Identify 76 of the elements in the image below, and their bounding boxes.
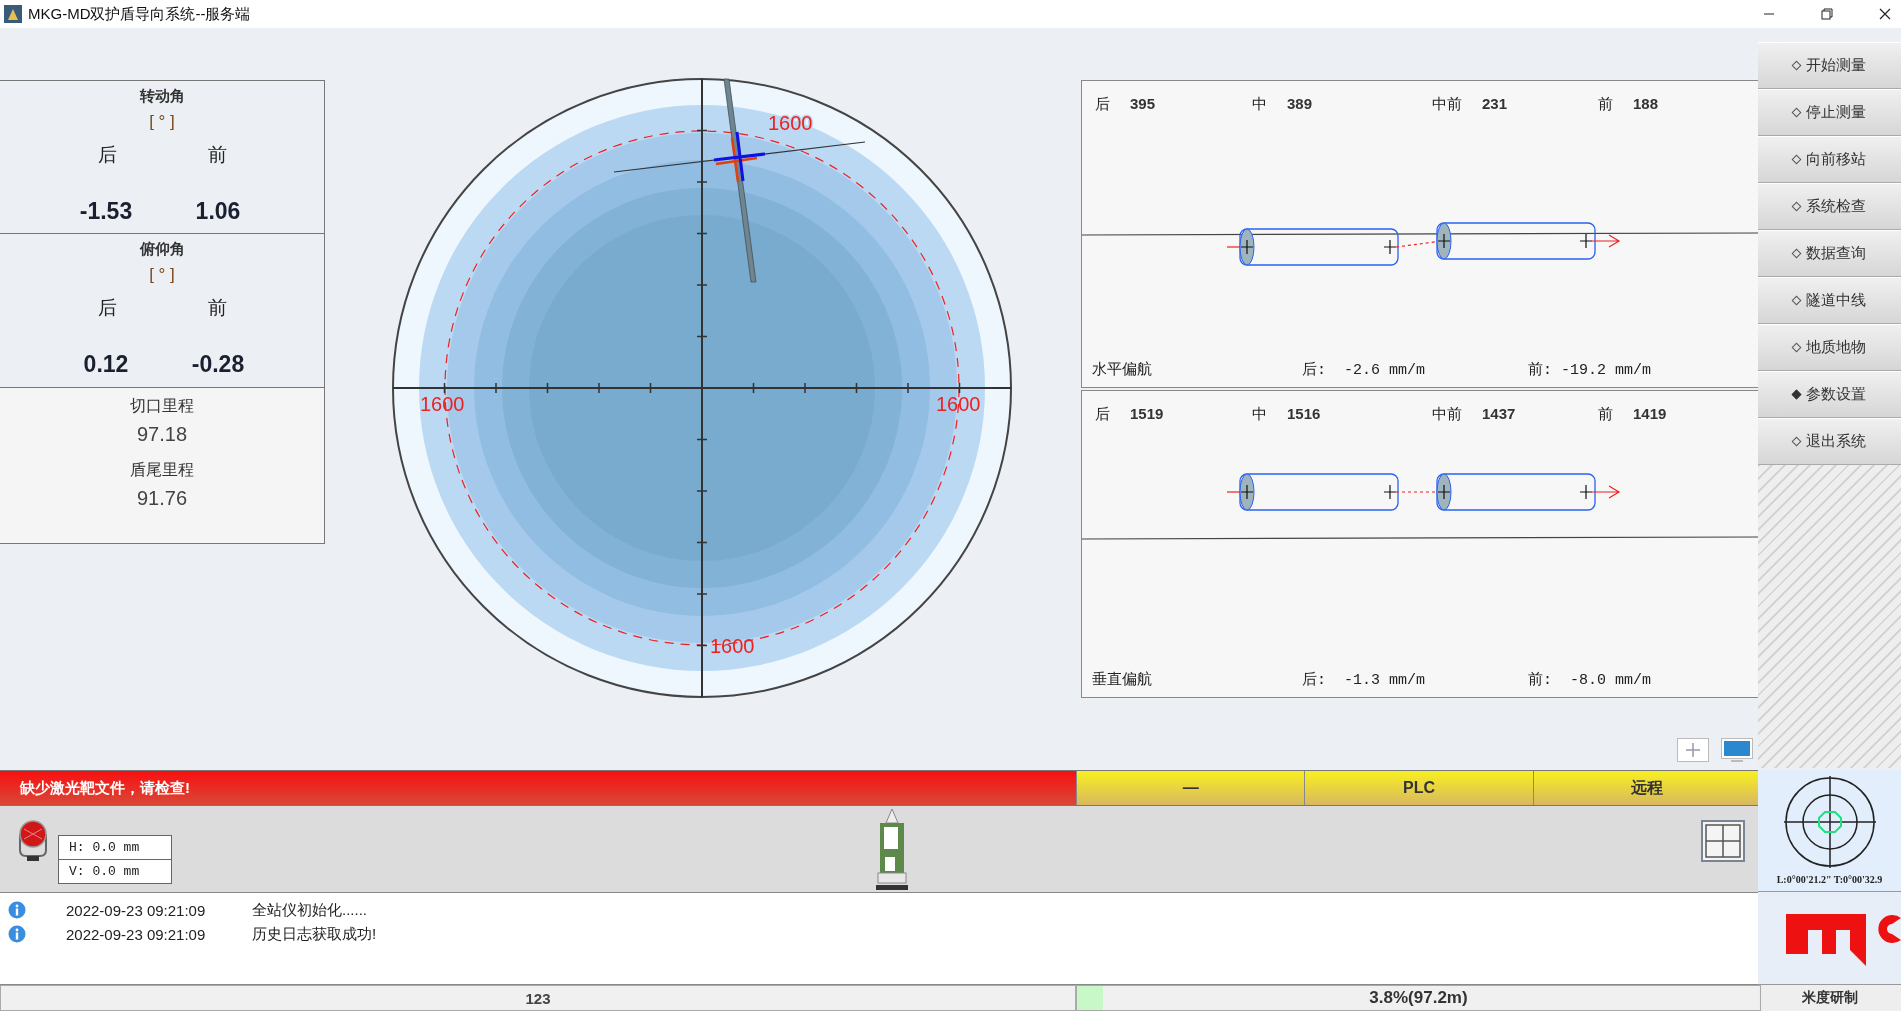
restore-icon[interactable]	[1821, 8, 1833, 20]
status-cell: PLC	[1304, 771, 1533, 805]
rear-label: 后	[96, 143, 118, 167]
status-cell: —	[1076, 771, 1305, 805]
scale-label: 1600	[420, 393, 465, 415]
front-label: 前	[206, 296, 228, 320]
crosshair-icon	[1783, 776, 1876, 868]
unit-label: [ ° ]	[149, 265, 175, 285]
front-rate: 前: -8.0 mm/m	[1528, 671, 1653, 689]
log-message: 全站仪初始化......	[252, 900, 367, 920]
grid-layout-icon[interactable]	[1701, 820, 1745, 862]
panel-title: 转动角	[139, 87, 185, 106]
angle-readout: L:0°00'21.2" T:0°00'32.9	[1776, 874, 1883, 885]
front-label: 前	[206, 143, 228, 167]
reading-value: 1516	[1287, 405, 1321, 422]
reading-label: 中	[1252, 405, 1267, 424]
log-time: 2022-09-23 09:21:09	[66, 925, 207, 943]
reading-label: 中前	[1432, 405, 1462, 424]
rear-rate: 后: -1.3 mm/m	[1302, 670, 1427, 689]
reading-value: 389	[1287, 95, 1313, 112]
reading-value: 188	[1633, 95, 1659, 112]
mileage-value: 91.76	[136, 487, 188, 510]
reading-label: 后	[1095, 95, 1110, 114]
menu-button[interactable]: 系统检查	[1758, 183, 1901, 230]
rear-value: 0.12	[82, 351, 130, 378]
app-logo-icon	[4, 5, 22, 23]
panel-title: 俯仰角	[139, 240, 185, 259]
status-cell: 远程	[1532, 771, 1761, 805]
close-icon[interactable]	[1879, 8, 1891, 20]
reading-label: 后	[1095, 405, 1110, 424]
front-value: 1.06	[194, 198, 242, 225]
front-value: -0.28	[190, 351, 246, 378]
reading-value: 1419	[1633, 405, 1667, 422]
menu-button[interactable]: 数据查询	[1758, 230, 1901, 277]
mileage-label: 盾尾里程	[130, 460, 194, 480]
progress-text: 3.8%(97.2m)	[1369, 988, 1468, 1008]
monitor-icon[interactable]	[1721, 738, 1753, 764]
rear-label: 后	[96, 296, 118, 320]
scale-label: 1600	[936, 393, 981, 415]
reading-label: 前	[1598, 95, 1613, 114]
rear-value: -1.53	[78, 198, 134, 225]
mileage-value: 97.18	[136, 423, 188, 446]
deviation-title: 水平偏航	[1092, 360, 1153, 379]
unit-label: [ ° ]	[149, 112, 175, 132]
log-message: 历史日志获取成功!	[252, 924, 377, 944]
deviation-title: 垂直偏航	[1092, 670, 1153, 689]
status-text: 123	[0, 985, 1076, 1011]
mileage-label: 切口里程	[130, 396, 194, 416]
footer-text: 米度研制	[1758, 984, 1901, 1011]
menu-button[interactable]: 参数设置	[1758, 371, 1901, 418]
rear-rate: 后: -2.6 mm/m	[1302, 360, 1427, 379]
plus-icon[interactable]	[1677, 738, 1709, 762]
alert-message: 缺少激光靶文件，请检查!	[0, 771, 1076, 805]
menu-button[interactable]: 退出系统	[1758, 418, 1901, 465]
front-rate: 前: -19.2 mm/m	[1528, 361, 1653, 379]
offset-readout: V: 0.0 mm	[59, 859, 171, 883]
reading-value: 231	[1482, 95, 1508, 112]
reading-label: 前	[1598, 405, 1613, 424]
menu-button[interactable]: 停止测量	[1758, 89, 1901, 136]
reading-label: 中	[1252, 95, 1267, 114]
menu-button[interactable]: 隧道中线	[1758, 277, 1901, 324]
log-time: 2022-09-23 09:21:09	[66, 901, 207, 919]
window-title: MKG-MD双护盾导向系统--服务端	[28, 4, 251, 24]
menu-button[interactable]: 向前移站	[1758, 136, 1901, 183]
reading-value: 1437	[1482, 405, 1516, 422]
menu-button[interactable]: 开始测量	[1758, 42, 1901, 89]
reading-value: 395	[1130, 95, 1156, 112]
scale-label: 1600	[710, 635, 755, 657]
prism-icon	[16, 820, 50, 862]
info-icon	[8, 901, 26, 919]
scale-label: 1600	[768, 112, 813, 134]
reading-label: 中前	[1432, 95, 1462, 114]
reading-value: 1519	[1130, 405, 1164, 422]
info-icon	[8, 925, 26, 943]
menu-button[interactable]: 地质地物	[1758, 324, 1901, 371]
offset-readout: H: 0.0 mm	[68, 839, 141, 857]
